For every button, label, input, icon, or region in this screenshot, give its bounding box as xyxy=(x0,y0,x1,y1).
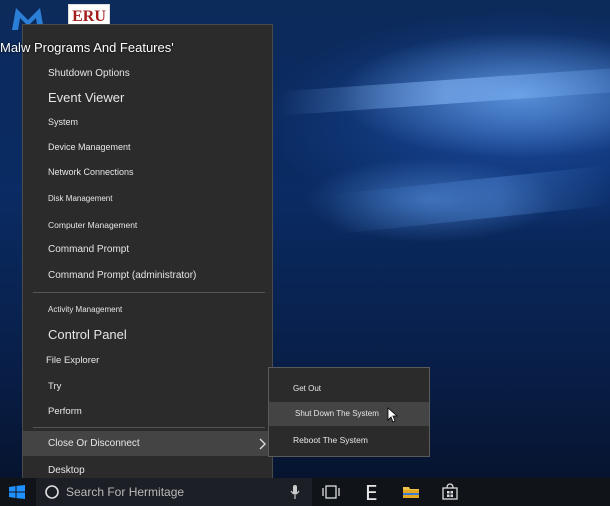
menu-item-label: Control Panel xyxy=(48,327,127,342)
menu-item-label: Close Or Disconnect xyxy=(48,438,140,449)
menu-item-label: Computer Management xyxy=(48,220,138,230)
menu-item-disk-management[interactable]: Disk Management xyxy=(23,189,272,209)
mouse-cursor-icon xyxy=(387,407,399,425)
folder-icon[interactable] xyxy=(402,484,420,504)
menu-item-perform[interactable]: Perform xyxy=(23,402,272,422)
submenu-item-get-out[interactable]: Get Out xyxy=(269,378,429,400)
menu-item-shutdown-options[interactable]: Shutdown Options xyxy=(23,65,272,85)
microphone-icon[interactable] xyxy=(290,484,300,505)
menu-item-event-viewer[interactable]: Event Viewer xyxy=(23,87,272,109)
menu-item-command-prompt-admin[interactable]: Command Prompt (administrator) xyxy=(23,266,272,286)
menu-item-label: Device Management xyxy=(48,142,131,152)
submenu-item-label: Reboot The System xyxy=(293,435,368,445)
menu-item-label: Event Viewer xyxy=(48,90,125,105)
task-view-icon[interactable] xyxy=(322,485,340,504)
menu-item-computer-management[interactable]: Computer Management xyxy=(23,215,272,235)
menu-overflow-title: Malw Programs And Features' xyxy=(0,40,174,55)
menu-separator xyxy=(33,292,265,293)
menu-item-label: System xyxy=(48,117,79,127)
menu-item-label: Desktop xyxy=(48,465,85,476)
submenu-item-label: Get Out xyxy=(293,384,322,393)
submenu-item-label: Shut Down The System xyxy=(295,409,379,418)
menu-item-label: Shutdown Options xyxy=(48,68,130,79)
menu-separator xyxy=(33,427,265,428)
light-beam xyxy=(330,165,610,235)
menu-item-close-or-disconnect[interactable]: Close Or Disconnect xyxy=(23,431,272,456)
menu-item-activity-management[interactable]: Activity Management xyxy=(23,300,272,320)
search-placeholder: Search For Hermitage xyxy=(66,485,185,499)
menu-item-label: Network Connections xyxy=(48,167,134,177)
menu-item-file-explorer[interactable]: File Explorer xyxy=(23,351,272,371)
menu-item-label: Command Prompt (administrator) xyxy=(48,270,197,281)
chevron-right-icon xyxy=(259,437,267,455)
menu-item-device-management[interactable]: Device Management xyxy=(23,138,272,158)
menu-item-label: Try xyxy=(48,381,62,392)
submenu-item-reboot[interactable]: Reboot The System xyxy=(269,429,429,451)
menu-item-command-prompt[interactable]: Command Prompt xyxy=(23,240,272,260)
submenu-item-shut-down[interactable]: Shut Down The System xyxy=(269,402,429,426)
cortana-icon xyxy=(44,484,60,505)
edge-browser-icon[interactable]: E xyxy=(365,481,378,505)
menu-item-label: Perform xyxy=(48,406,82,417)
windows-start-icon[interactable] xyxy=(9,485,25,504)
menu-item-label: File Explorer xyxy=(46,355,100,366)
menu-item-control-panel[interactable]: Control Panel xyxy=(23,324,272,346)
light-beam xyxy=(280,68,610,116)
menu-item-network-connections[interactable]: Network Connections xyxy=(23,163,272,183)
power-user-menu: Shutdown Options Event Viewer System Dev… xyxy=(22,24,273,489)
menu-item-label: Command Prompt xyxy=(48,244,130,255)
store-icon[interactable] xyxy=(442,483,458,505)
menu-item-system[interactable]: System xyxy=(23,113,272,133)
shutdown-submenu: Get Out Shut Down The System Reboot The … xyxy=(268,367,430,457)
menu-item-label: Activity Management xyxy=(48,305,123,314)
menu-item-try[interactable]: Try xyxy=(23,377,272,397)
menu-item-label: Disk Management xyxy=(48,194,113,203)
